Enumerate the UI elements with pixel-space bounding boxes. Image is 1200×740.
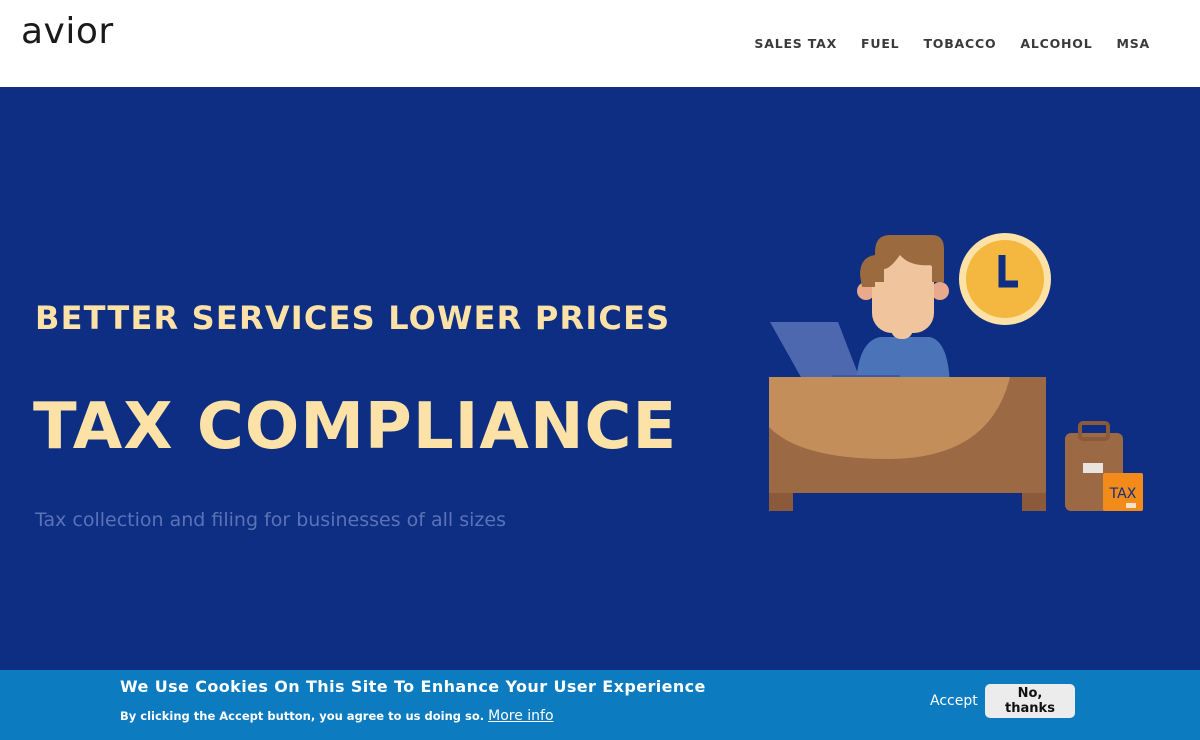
hero-section: BETTER SERVICES LOWER PRICES TAX COMPLIA…: [0, 87, 1200, 670]
hero-headline: TAX COMPLIANCE: [33, 390, 678, 464]
more-info-link[interactable]: More info: [488, 708, 553, 724]
clock-icon: [959, 233, 1051, 325]
tax-tag-label: TAX: [1109, 486, 1137, 502]
site-logo[interactable]: avior: [21, 10, 114, 54]
nav-item-fuel[interactable]: FUEL: [861, 36, 899, 52]
person-icon: [856, 235, 950, 392]
cookie-text-row: By clicking the Accept button, you agree…: [120, 708, 554, 724]
nav-item-sales-tax[interactable]: SALES TAX: [754, 36, 837, 52]
nav-item-msa[interactable]: MSA: [1116, 36, 1150, 52]
desk-icon: [769, 377, 1046, 511]
nav-item-tobacco[interactable]: TOBACCO: [923, 36, 996, 52]
briefcase-icon: TAX: [1065, 421, 1143, 511]
cookie-consent-bar: We Use Cookies On This Site To Enhance Y…: [0, 670, 1200, 740]
hero-subline: Tax collection and filing for businesses…: [35, 509, 506, 531]
site-header: avior SALES TAX FUEL TOBACCO ALCOHOL MSA: [0, 0, 1200, 87]
main-nav: SALES TAX FUEL TOBACCO ALCOHOL MSA: [754, 36, 1150, 52]
cookie-description: By clicking the Accept button, you agree…: [120, 709, 485, 723]
tax-professional-illustration: TAX: [769, 233, 1143, 511]
cookie-title: We Use Cookies On This Site To Enhance Y…: [120, 677, 706, 696]
nav-item-alcohol[interactable]: ALCOHOL: [1020, 36, 1092, 52]
no-thanks-button[interactable]: No, thanks: [985, 684, 1075, 718]
hero-tagline: BETTER SERVICES LOWER PRICES: [35, 299, 671, 337]
accept-button[interactable]: Accept: [930, 693, 978, 709]
